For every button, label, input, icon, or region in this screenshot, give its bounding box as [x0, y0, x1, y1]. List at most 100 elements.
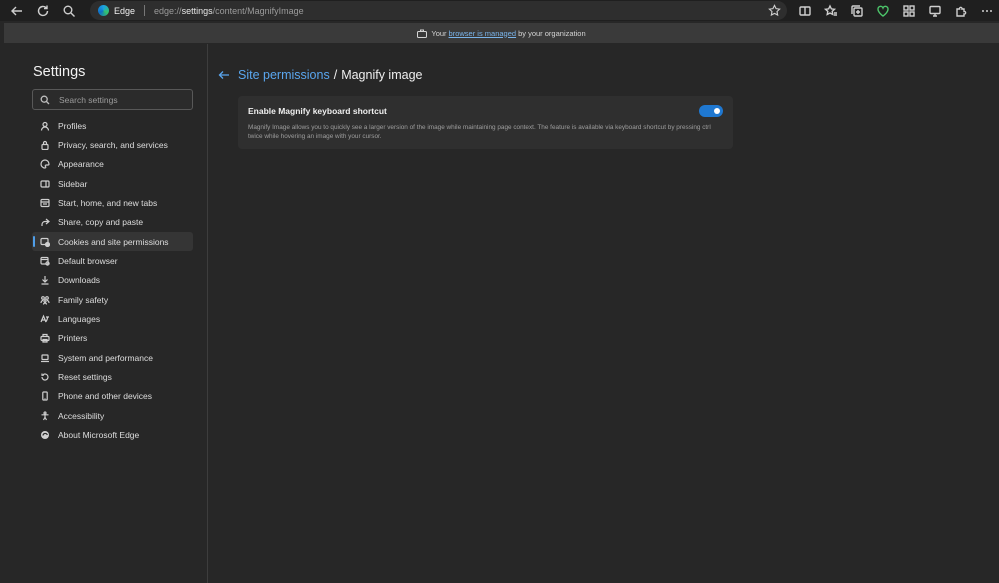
- sidebar-item-appearance[interactable]: Appearance: [32, 155, 193, 174]
- breadcrumb: Site permissions / Magnify image: [218, 68, 422, 82]
- sidebar-item-accessibility[interactable]: Accessibility: [32, 406, 193, 425]
- sidebar-item-label: Phone and other devices: [58, 391, 153, 402]
- sidebar-item-reset-settings[interactable]: Reset settings: [32, 367, 193, 386]
- favorites-button[interactable]: [818, 0, 844, 21]
- managed-prefix: Your: [431, 28, 447, 38]
- sidebar-item-share-copy-and-paste[interactable]: Share, copy and paste: [32, 213, 193, 232]
- sidebar-item-downloads[interactable]: Downloads: [32, 271, 193, 290]
- breadcrumb-site-permissions-link[interactable]: Site permissions: [238, 68, 330, 82]
- star-icon: [768, 4, 781, 17]
- url-prefix: edge://: [154, 5, 182, 16]
- browser-toolbar: Edge edge://settings/content/MagnifyImag…: [0, 0, 999, 21]
- favorites-icon: [824, 3, 837, 16]
- sidebar-item-label: Start, home, and new tabs: [58, 198, 158, 209]
- more-menu-button[interactable]: [974, 0, 999, 21]
- sidebar-item-cookies-and-site-permissions[interactable]: Cookies and site permissions: [32, 232, 193, 252]
- setting-description: Magnify Image allows you to quickly see …: [248, 124, 711, 140]
- phone-icon: [40, 391, 50, 402]
- sidebar-item-about-microsoft-edge[interactable]: About Microsoft Edge: [32, 426, 193, 445]
- address-url: edge://settings/content/MagnifyImage: [154, 6, 304, 16]
- browser-icon: [40, 256, 50, 266]
- refresh-button[interactable]: [30, 0, 56, 21]
- monitor-icon: [929, 5, 941, 17]
- magnify-setting-card: Enable Magnify keyboard shortcut Magnify…: [238, 96, 733, 149]
- sidebar-item-label: Accessibility: [58, 410, 105, 421]
- search-icon: [63, 5, 75, 17]
- sidebar-item-label: System and performance: [58, 352, 153, 363]
- url-path: /content/MagnifyImage: [212, 5, 304, 16]
- sidebar-item-family-safety[interactable]: Family safety: [32, 290, 193, 309]
- lock-icon: [40, 140, 50, 151]
- screen-cast-button[interactable]: [922, 0, 948, 21]
- laptop-icon: [40, 353, 50, 363]
- url-host: settings: [181, 5, 213, 16]
- reset-icon: [40, 372, 50, 382]
- search-settings-box[interactable]: [32, 89, 193, 110]
- address-divider: [144, 5, 146, 16]
- sidebar-item-label: Privacy, search, and services: [58, 140, 168, 151]
- edge-logo-icon: [98, 5, 109, 16]
- profile-sync-button[interactable]: [948, 0, 974, 21]
- sidebar-item-profiles[interactable]: Profiles: [32, 116, 193, 135]
- sidebar-item-label: Languages: [58, 314, 101, 325]
- download-icon: [40, 275, 50, 286]
- sidebar-item-sidebar[interactable]: Sidebar: [32, 174, 193, 193]
- settings-nav: Profiles Privacy, search, and services App…: [32, 116, 193, 445]
- sidebar-item-label: Printers: [58, 333, 88, 344]
- briefcase-icon: [417, 29, 428, 38]
- collections-button[interactable]: [844, 0, 870, 21]
- sidebar-item-label: Cookies and site permissions: [58, 236, 169, 247]
- address-bar[interactable]: Edge edge://settings/content/MagnifyImag…: [90, 1, 787, 20]
- language-icon: [40, 314, 50, 324]
- toggle-knob: [714, 108, 720, 114]
- sidebar-item-languages[interactable]: Languages: [32, 309, 193, 328]
- sidebar-item-label: About Microsoft Edge: [58, 430, 140, 441]
- address-site-label: Edge: [114, 5, 136, 16]
- breadcrumb-separator: /: [333, 68, 338, 82]
- sidebar-item-start-home-and-new-tabs[interactable]: Start, home, and new tabs: [32, 193, 193, 212]
- browser-essentials-button[interactable]: [870, 0, 896, 21]
- sidebar-item-privacy-search-and-services[interactable]: Privacy, search, and services: [32, 135, 193, 154]
- arrow-left-icon: [218, 71, 229, 79]
- puzzle-icon: [956, 6, 967, 17]
- refresh-icon: [37, 5, 49, 16]
- split-screen-button[interactable]: [792, 0, 818, 21]
- browser-managed-link[interactable]: browser is managed: [449, 29, 517, 38]
- extensions-button[interactable]: [896, 0, 922, 21]
- nav-buttons: [4, 0, 82, 21]
- family-icon: [40, 295, 50, 305]
- sidebar-item-printers[interactable]: Printers: [32, 329, 193, 348]
- sidebar-item-phone-and-other-devices[interactable]: Phone and other devices: [32, 387, 193, 406]
- setting-title: Enable Magnify keyboard shortcut: [248, 106, 387, 116]
- sidebar-item-label: Reset settings: [58, 372, 112, 383]
- share-icon: [40, 217, 50, 227]
- toolbar-actions: [792, 0, 999, 21]
- printer-icon: [40, 333, 50, 344]
- settings-sidebar: Settings Profiles Privacy, search, and se…: [0, 44, 208, 583]
- sidebar-item-system-and-performance[interactable]: System and performance: [32, 348, 193, 367]
- magnify-shortcut-toggle[interactable]: [699, 105, 723, 117]
- managed-banner: Your browser is managed by your organiza…: [4, 23, 999, 43]
- accessibility-icon: [40, 411, 50, 421]
- heart-pulse-icon: [877, 5, 889, 17]
- search-icon: [40, 95, 50, 104]
- favorite-button[interactable]: [768, 4, 781, 17]
- search-page-button[interactable]: [56, 0, 82, 21]
- sidebar-item-label: Appearance: [58, 159, 104, 170]
- arrow-left-icon: [11, 6, 22, 15]
- sidebar-item-label: Family safety: [58, 294, 109, 305]
- sidebar-item-label: Sidebar: [58, 178, 88, 189]
- back-button[interactable]: [4, 0, 30, 21]
- search-settings-input[interactable]: [59, 94, 179, 105]
- page-title: Magnify image: [341, 68, 423, 82]
- sidebar-icon: [40, 179, 50, 189]
- sidebar-item-default-browser[interactable]: Default browser: [32, 251, 193, 270]
- back-to-site-permissions-button[interactable]: [218, 70, 230, 80]
- edge-icon: [40, 430, 50, 440]
- sidebar-item-label: Downloads: [58, 275, 101, 286]
- settings-title: Settings: [33, 64, 86, 80]
- sidebar-item-label: Share, copy and paste: [58, 217, 144, 228]
- cookies-icon: [40, 237, 50, 247]
- sidebar-item-label: Default browser: [58, 256, 118, 267]
- more-horizontal-icon: [982, 9, 992, 12]
